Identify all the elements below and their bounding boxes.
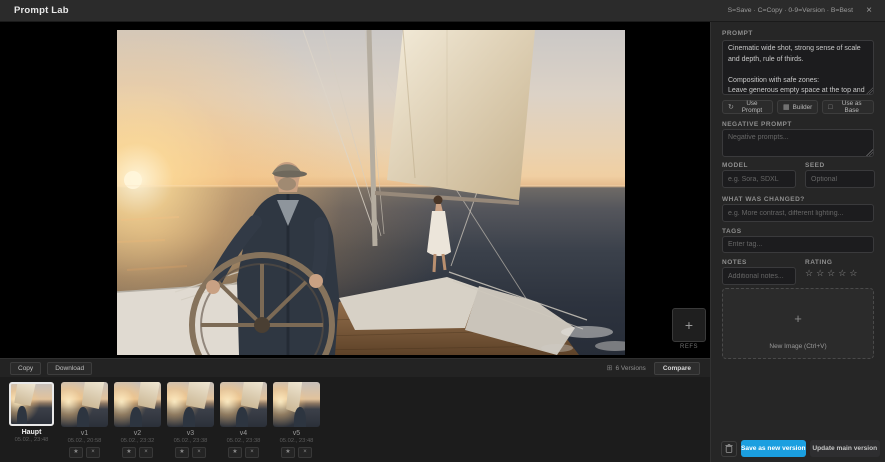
- shortcut-hints: S=Save · C=Copy · 0-9=Version · B=Best: [728, 7, 853, 14]
- star-icon[interactable]: ☆: [838, 268, 846, 279]
- use-prompt-button[interactable]: ↻ Use Prompt: [722, 100, 773, 114]
- copy-button[interactable]: Copy: [10, 362, 41, 375]
- version-name: v1: [81, 430, 88, 437]
- version-favorite-button[interactable]: ★: [69, 447, 83, 458]
- version-actions: ★ ×: [281, 447, 312, 458]
- sidebar-footer: Save as new version Update main version: [721, 440, 880, 457]
- prompt-action-label: Builder: [793, 104, 813, 111]
- image-canvas: + REFS: [0, 22, 710, 358]
- notes-field[interactable]: [722, 267, 796, 285]
- changed-field[interactable]: [722, 204, 874, 222]
- prompt-action-icon: ▦: [783, 103, 790, 111]
- changed-label: WHAT WAS CHANGED?: [722, 196, 805, 203]
- version-name: v2: [134, 430, 141, 437]
- grid-icon: ⊞: [607, 364, 613, 372]
- app-title: Prompt Lab: [14, 5, 69, 16]
- version-thumbnail[interactable]: v4 05.02., 23:38 ★ ×: [220, 382, 267, 462]
- delete-version-button[interactable]: [721, 441, 737, 457]
- seed-field[interactable]: [805, 170, 875, 188]
- use-as-base-button[interactable]: □ Use as Base: [822, 100, 874, 114]
- version-thumbnail[interactable]: v1 05.02., 20:58 ★ ×: [61, 382, 108, 462]
- version-favorite-button[interactable]: ★: [122, 447, 136, 458]
- prompt-action-icon: ↻: [728, 103, 734, 111]
- prompt-action-label: Use as Base: [835, 100, 868, 114]
- version-thumbnail[interactable]: v3 05.02., 23:38 ★ ×: [167, 382, 214, 462]
- version-thumbnail-image: [9, 382, 54, 426]
- notes-label: NOTES: [722, 259, 747, 266]
- version-thumbnail-image: [114, 382, 161, 427]
- negative-prompt-label: NEGATIVE PROMPT: [722, 121, 792, 128]
- star-icon[interactable]: ☆: [816, 268, 824, 279]
- version-toolbar: Copy Download ⊞ 6 Versions Compare: [0, 358, 710, 377]
- image-dropzone[interactable]: + New Image (Ctrl+V): [722, 288, 874, 359]
- version-delete-button[interactable]: ×: [192, 447, 206, 458]
- add-reference-button[interactable]: +: [672, 308, 706, 342]
- version-favorite-button[interactable]: ★: [175, 447, 189, 458]
- version-delete-button[interactable]: ×: [245, 447, 259, 458]
- version-delete-button[interactable]: ×: [139, 447, 153, 458]
- star-icon[interactable]: ☆: [805, 268, 813, 279]
- version-favorite-button[interactable]: ★: [281, 447, 295, 458]
- version-actions: ★ ×: [122, 447, 153, 458]
- version-count: ⊞ 6 Versions: [607, 364, 646, 372]
- version-favorite-button[interactable]: ★: [228, 447, 242, 458]
- version-actions: ★ ×: [175, 447, 206, 458]
- version-actions: ★ ×: [228, 447, 259, 458]
- version-timestamp: 05.02., 23:48: [15, 437, 49, 443]
- seed-label: SEED: [805, 162, 825, 169]
- metadata-sidebar: PROMPT Cinematic wide shot, strong sense…: [710, 22, 885, 462]
- version-delete-button[interactable]: ×: [86, 447, 100, 458]
- version-thumbnail[interactable]: Haupt 05.02., 23:48 ★ ×: [8, 382, 55, 462]
- download-button[interactable]: Download: [47, 362, 92, 375]
- prompt-textarea[interactable]: Cinematic wide shot, strong sense of sca…: [722, 40, 874, 95]
- version-name: Haupt: [22, 429, 42, 436]
- negative-prompt-textarea[interactable]: [722, 129, 874, 157]
- refs-label: REFS: [672, 344, 706, 350]
- version-thumbnail-image: [167, 382, 214, 427]
- star-icon[interactable]: ☆: [849, 268, 857, 279]
- version-actions: ★ ×: [69, 447, 100, 458]
- update-main-version-button[interactable]: Update main version: [810, 440, 880, 457]
- sailboat-scene-illustration: [117, 30, 625, 355]
- prompt-action-label: Use Prompt: [737, 100, 767, 114]
- tags-field[interactable]: [722, 236, 874, 253]
- version-thumbnail[interactable]: v5 05.02., 23:48 ★ ×: [273, 382, 320, 462]
- tags-label: TAGS: [722, 228, 742, 235]
- compare-button[interactable]: Compare: [654, 362, 700, 375]
- trash-icon: [725, 444, 733, 453]
- main-image: [117, 30, 625, 355]
- title-bar: Prompt Lab S=Save · C=Copy · 0-9=Version…: [0, 0, 885, 22]
- version-delete-button[interactable]: ×: [298, 447, 312, 458]
- version-name: v3: [187, 430, 194, 437]
- version-thumbnail[interactable]: v2 05.02., 23:32 ★ ×: [114, 382, 161, 462]
- star-icon[interactable]: ☆: [827, 268, 835, 279]
- version-strip: Haupt 05.02., 23:48 ★ × v1 05.02., 20:58…: [0, 377, 710, 462]
- model-field[interactable]: [722, 170, 796, 188]
- builder-button[interactable]: ▦ Builder: [777, 100, 818, 114]
- version-timestamp: 05.02., 20:58: [68, 438, 102, 444]
- prompt-actions: ↻ Use Prompt ▦ Builder □ Use as Base: [722, 100, 874, 114]
- save-as-new-version-button[interactable]: Save as new version: [741, 440, 806, 457]
- prompt-label: PROMPT: [722, 30, 753, 37]
- prompt-action-icon: □: [828, 104, 832, 111]
- version-timestamp: 05.02., 23:38: [174, 438, 208, 444]
- version-name: v4: [240, 430, 247, 437]
- version-count-label: 6 Versions: [615, 365, 645, 372]
- model-label: MODEL: [722, 162, 748, 169]
- plus-icon: +: [723, 311, 873, 326]
- rating-label: RATING: [805, 259, 832, 266]
- version-thumbnail-image: [273, 382, 320, 427]
- close-icon[interactable]: ×: [861, 3, 877, 19]
- version-thumbnail-image: [220, 382, 267, 427]
- dropzone-label: New Image (Ctrl+V): [723, 343, 873, 350]
- version-name: v5: [293, 430, 300, 437]
- rating-stars: ☆☆☆☆☆: [805, 268, 857, 279]
- version-timestamp: 05.02., 23:32: [121, 438, 155, 444]
- version-timestamp: 05.02., 23:38: [227, 438, 261, 444]
- version-thumbnail-image: [61, 382, 108, 427]
- version-timestamp: 05.02., 23:48: [280, 438, 314, 444]
- prompt-lab-window: Prompt Lab S=Save · C=Copy · 0-9=Version…: [0, 0, 885, 462]
